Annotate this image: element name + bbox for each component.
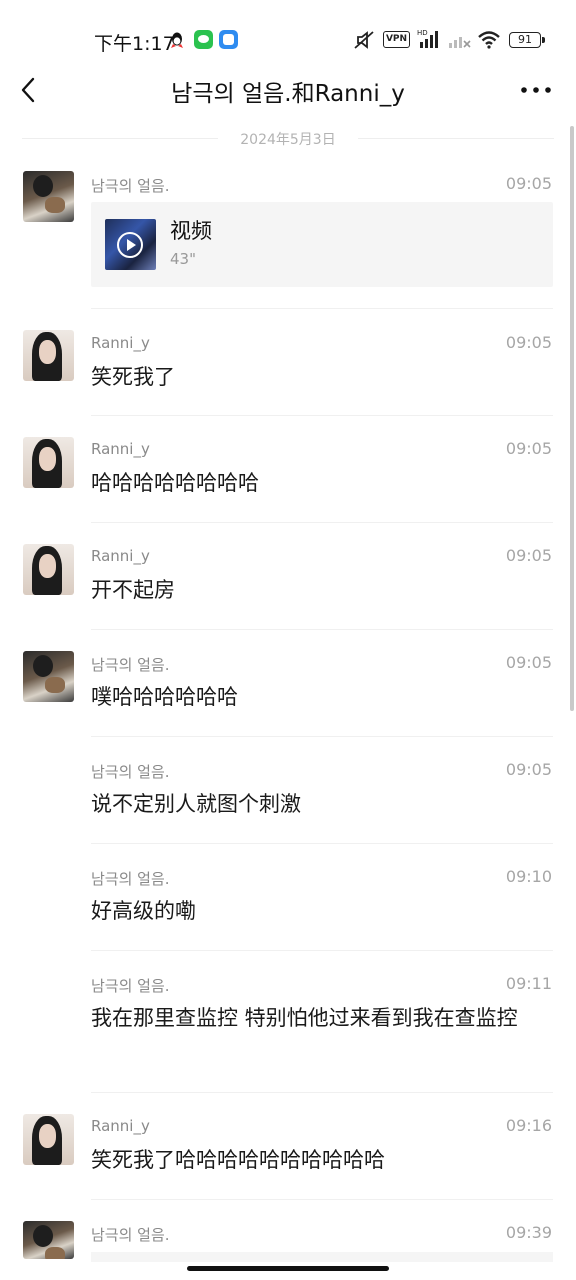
avatar[interactable] — [23, 171, 74, 222]
separator — [91, 1092, 553, 1093]
message-time: 09:05 — [505, 174, 552, 193]
message-item: Ranni_y 09:05 开不起房 — [0, 544, 576, 630]
message-item: Ranni_y 09:16 笑死我了哈哈哈哈哈哈哈哈哈哈 — [0, 1114, 576, 1200]
message-time: 09:05 — [505, 760, 552, 779]
battery-icon: 91 — [509, 32, 545, 48]
message-item: 남극의 얼음. 09:39 — [0, 1221, 576, 1280]
message-text[interactable]: 笑死我了哈哈哈哈哈哈哈哈哈哈 — [91, 1143, 551, 1177]
vpn-badge: VPN — [383, 31, 410, 48]
app-icon — [219, 30, 238, 49]
message-item: 남극의 얼음. 09:11 我在那里查监控 特别怕他过来看到我在查监控 — [0, 972, 576, 1093]
separator — [91, 629, 553, 630]
sender-name: 남극의 얼음. — [91, 870, 170, 888]
wechat-icon — [194, 30, 213, 49]
message-item: Ranni_y 09:05 哈哈哈哈哈哈哈哈 — [0, 437, 576, 523]
sender-name: 남극의 얼음. — [91, 177, 170, 195]
separator — [91, 415, 553, 416]
qq-icon — [171, 32, 183, 48]
separator — [91, 308, 553, 309]
avatar[interactable] — [23, 544, 74, 595]
status-time: 下午1:17 — [94, 33, 175, 55]
wifi-icon — [478, 31, 500, 49]
signal-icon: HD — [417, 29, 438, 48]
svg-text:HD: HD — [417, 29, 428, 37]
chat-header: 남극의 얼음.和Ranni_y — [0, 62, 576, 118]
separator — [91, 950, 553, 951]
video-thumbnail — [105, 219, 156, 270]
message-time: 09:05 — [505, 333, 552, 352]
play-icon — [117, 232, 143, 258]
avatar[interactable] — [23, 1221, 74, 1259]
chevron-left-icon[interactable] — [16, 74, 40, 106]
message-text[interactable]: 笑死我了 — [91, 360, 551, 394]
date-divider: 2024年5月3日 — [22, 128, 554, 148]
message-text[interactable]: 哈哈哈哈哈哈哈哈 — [91, 466, 551, 500]
page-title: 남극의 얼음.和Ranni_y — [171, 81, 405, 107]
mute-icon — [354, 31, 374, 49]
divider-line — [22, 138, 218, 139]
message-time: 09:16 — [505, 1116, 552, 1135]
message-item: 남극의 얼음. 09:10 好高级的嘞 — [0, 865, 576, 951]
separator — [91, 843, 553, 844]
message-text[interactable]: 好高级的嘞 — [91, 894, 551, 928]
message-time: 09:39 — [505, 1223, 552, 1242]
message-item: Ranni_y 09:05 笑死我了 — [0, 330, 576, 416]
signal-icon — [449, 37, 471, 48]
sender-name: Ranni_y — [91, 440, 150, 458]
message-text[interactable]: 我在那里查监控 特别怕他过来看到我在查监控 — [91, 1001, 546, 1035]
sender-name: 남극의 얼음. — [91, 977, 170, 995]
avatar[interactable] — [23, 437, 74, 488]
separator — [91, 522, 553, 523]
message-time: 09:11 — [505, 974, 552, 993]
message-item: 남극의 얼음. 09:05 说不定别人就图个刺激 — [0, 758, 576, 844]
more-icon[interactable] — [520, 86, 552, 94]
message-text[interactable]: 噗哈哈哈哈哈哈 — [91, 680, 551, 714]
message-time: 09:05 — [505, 546, 552, 565]
message-item: 남극의 얼음. 09:05 噗哈哈哈哈哈哈 — [0, 651, 576, 737]
sender-name: Ranni_y — [91, 547, 150, 565]
sender-name: 남극의 얼음. — [91, 656, 170, 674]
message-text[interactable]: 说不定别人就图个刺激 — [91, 787, 551, 821]
video-message[interactable] — [91, 1252, 553, 1262]
date-label: 2024年5月3日 — [240, 132, 336, 148]
message-text[interactable]: 开不起房 — [91, 573, 551, 607]
divider-line — [358, 138, 554, 139]
video-message[interactable]: 视频 43" — [91, 202, 553, 287]
video-duration: 43" — [170, 250, 196, 268]
sender-name: Ranni_y — [91, 334, 150, 352]
avatar[interactable] — [23, 651, 74, 702]
message-time: 09:05 — [505, 439, 552, 458]
avatar[interactable] — [23, 1114, 74, 1165]
message-time: 09:05 — [505, 653, 552, 672]
sender-name: 남극의 얼음. — [91, 763, 170, 781]
sender-name: Ranni_y — [91, 1117, 150, 1135]
separator — [91, 1199, 553, 1200]
message-item: 남극의 얼음. 09:05 视频 43" — [0, 171, 576, 309]
sender-name: 남극의 얼음. — [91, 1226, 170, 1244]
avatar[interactable] — [23, 330, 74, 381]
message-time: 09:10 — [505, 867, 552, 886]
home-indicator[interactable] — [187, 1266, 389, 1271]
separator — [91, 736, 553, 737]
video-label: 视频 — [170, 219, 212, 243]
